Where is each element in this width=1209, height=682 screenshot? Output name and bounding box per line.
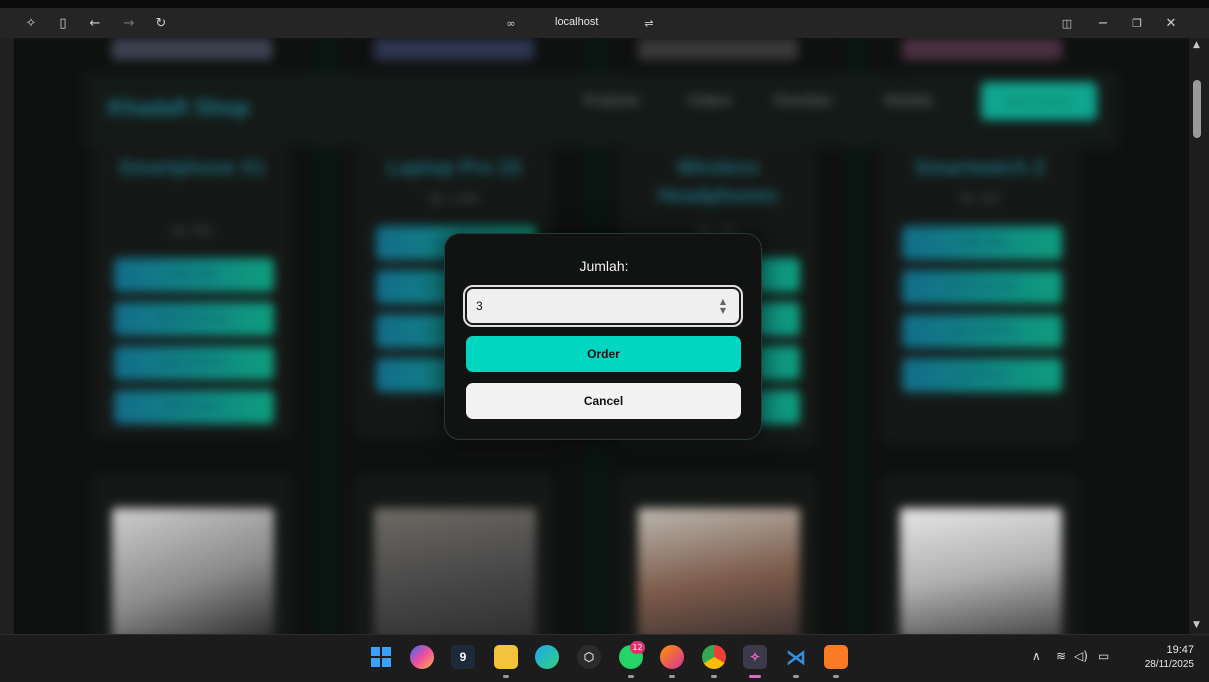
restore-icon[interactable]: ❐ <box>1128 14 1146 32</box>
vscode-icon[interactable]: ⋊ <box>784 645 808 669</box>
link-icon: ∞ <box>506 16 516 30</box>
product-price: Rp. 1.000 <box>429 194 479 205</box>
order-modal: Jumlah: ▲▼ Order Cancel <box>444 233 762 440</box>
site-settings-icon[interactable]: ⇌ <box>640 14 658 32</box>
product-card <box>92 474 292 634</box>
quantity-input[interactable] <box>463 285 743 327</box>
reload-icon[interactable]: ↻ <box>152 14 170 32</box>
product-image <box>902 38 1062 60</box>
edit-product-button[interactable]: Edit Product <box>902 358 1062 392</box>
product-name: Smartphone X1 <box>118 157 266 179</box>
forward-icon[interactable]: → <box>120 14 138 32</box>
page-viewport: Khadafi Shop Products Orders Favorites W… <box>14 38 1189 634</box>
product-card: Smartwatch Z Rp. 250 Order Now Add to Fa… <box>880 148 1080 444</box>
windows-start-icon[interactable] <box>369 645 393 669</box>
file-explorer-icon[interactable] <box>494 645 518 669</box>
add-to-favorites-button[interactable]: Add to Favorites <box>114 302 274 336</box>
app-9-icon[interactable]: 9 <box>451 645 475 669</box>
product-image <box>638 38 798 60</box>
order-now-button[interactable]: Order Now <box>902 226 1062 260</box>
add-to-wishlist-button[interactable]: Add to Wishlist <box>114 346 274 380</box>
nav-link-wishlist[interactable]: Wishlist <box>884 92 932 108</box>
product-image <box>374 508 536 634</box>
nav-link-products[interactable]: Products <box>584 92 639 108</box>
product-card: Smartphone X1 Rp. 500 Order Now Add to F… <box>92 148 292 438</box>
product-image <box>374 38 534 60</box>
scroll-thumb[interactable] <box>1193 80 1201 138</box>
task-running-indicator <box>669 675 675 678</box>
add-to-wishlist-button[interactable]: Add to Wishlist <box>902 314 1062 348</box>
whatsapp-badge: 12 <box>630 641 645 654</box>
product-image <box>112 38 272 60</box>
quantity-spinner-icon[interactable]: ▲ ▼ <box>716 297 730 317</box>
product-card <box>354 474 554 634</box>
product-name: Laptop Pro 15 <box>387 157 521 179</box>
add-product-button[interactable]: Add Product <box>981 82 1097 120</box>
scroll-down-icon[interactable]: ▼ <box>1193 620 1200 630</box>
edge-icon[interactable] <box>535 645 559 669</box>
close-icon[interactable]: ✕ <box>1162 14 1180 32</box>
task-running-indicator <box>711 675 717 678</box>
nav-link-favorites[interactable]: Favorites <box>774 92 832 108</box>
product-card <box>880 474 1080 634</box>
product-image <box>638 508 800 634</box>
product-price: Rp. 500 <box>172 226 212 237</box>
page-scrollbar[interactable]: ▲ ▼ <box>1189 38 1209 634</box>
product-card <box>618 474 818 634</box>
taskbar: 9 ⬡ 12 ✧ ⋊ ∧ ≋ ◁) ▭ 19:47 28/11/2025 <box>0 634 1209 682</box>
battery-icon[interactable]: ▭ <box>1098 649 1109 663</box>
firefox-icon[interactable] <box>660 645 684 669</box>
split-view-icon[interactable]: ◫ <box>1058 14 1076 32</box>
screen: ✧ ▯ ← → ↻ ∞ localhost ⇌ ◫ − ❐ ✕ Khadafi … <box>0 0 1209 682</box>
order-now-button[interactable]: Order Now <box>114 258 274 292</box>
scroll-up-icon[interactable]: ▲ <box>1193 40 1200 50</box>
order-button[interactable]: Order <box>466 336 741 372</box>
top-strip <box>0 0 1209 8</box>
nav-link-orders[interactable]: Orders <box>688 92 731 108</box>
clock-time[interactable]: 19:47 <box>1150 644 1194 656</box>
browser-menu-icon[interactable]: ✧ <box>22 14 40 32</box>
task-running-indicator <box>628 675 634 678</box>
task-active-indicator <box>749 675 761 678</box>
product-image <box>900 508 1062 634</box>
minimize-icon[interactable]: − <box>1094 14 1112 32</box>
task-running-indicator <box>833 675 839 678</box>
sidebar-toggle-icon[interactable]: ▯ <box>54 14 72 32</box>
chrome-icon[interactable] <box>702 645 726 669</box>
tray-chevron-up-icon[interactable]: ∧ <box>1032 649 1041 663</box>
wifi-icon[interactable]: ≋ <box>1056 649 1066 663</box>
task-running-indicator <box>793 675 799 678</box>
product-name: Wireless Headphones <box>657 157 779 207</box>
quantity-label: Jumlah: <box>579 258 629 274</box>
product-image <box>112 508 274 634</box>
cancel-button[interactable]: Cancel <box>466 383 741 419</box>
xampp-icon[interactable] <box>824 645 848 669</box>
browser-toolbar: ✧ ▯ ← → ↻ ∞ localhost ⇌ ◫ − ❐ ✕ <box>0 8 1209 38</box>
copilot-icon[interactable] <box>410 645 434 669</box>
address-bar[interactable]: localhost <box>555 16 598 28</box>
edit-product-button[interactable]: Edit Product <box>114 390 274 424</box>
task-running-indicator <box>503 675 509 678</box>
brand-logo[interactable]: Khadafi Shop <box>108 95 250 121</box>
arc-browser-icon[interactable]: ✧ <box>743 645 767 669</box>
clock-date[interactable]: 28/11/2025 <box>1126 659 1194 670</box>
app-hexagon-icon[interactable]: ⬡ <box>577 645 601 669</box>
product-price: Rp. 250 <box>960 194 1000 205</box>
volume-icon[interactable]: ◁) <box>1074 649 1088 663</box>
product-name: Smartwatch Z <box>914 157 1046 179</box>
back-icon[interactable]: ← <box>86 14 104 32</box>
add-to-favorites-button[interactable]: Add to Favorites <box>902 270 1062 304</box>
